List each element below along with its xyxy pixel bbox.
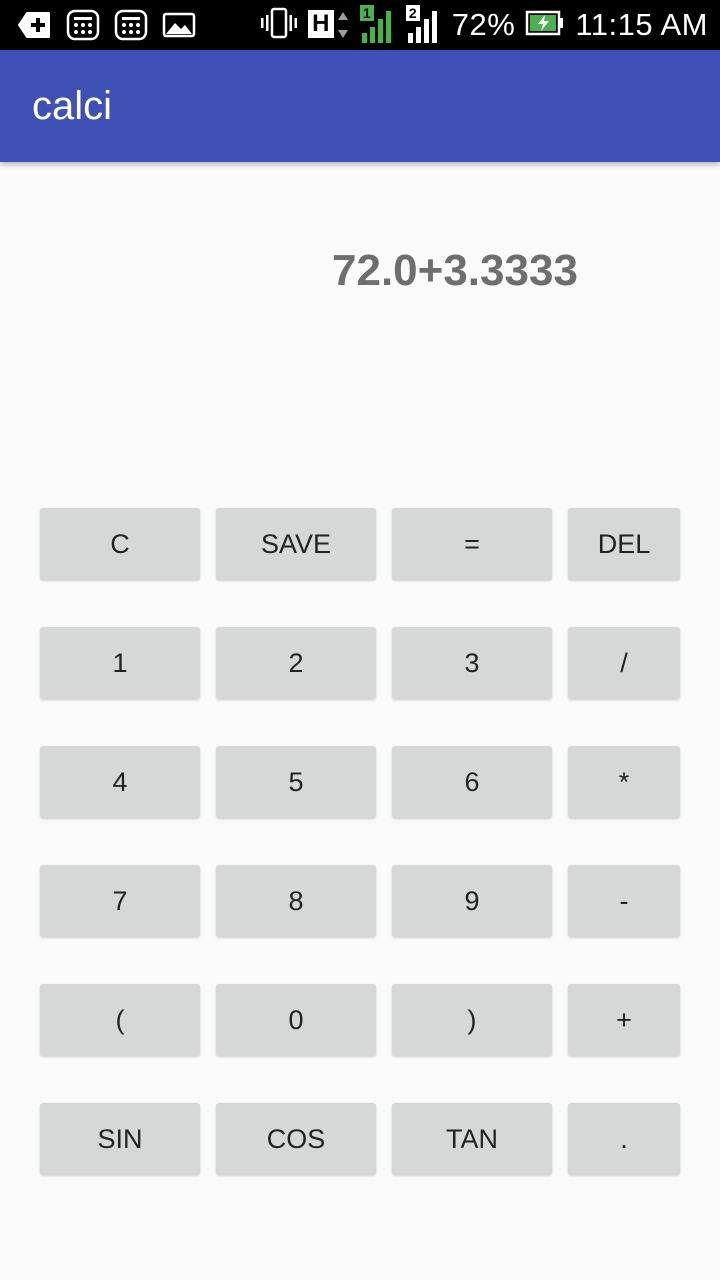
digit-1-button[interactable]: 1 xyxy=(40,627,200,699)
tan-button[interactable]: TAN xyxy=(392,1103,552,1175)
clock: 11:15 AM xyxy=(575,7,708,42)
add-button[interactable]: + xyxy=(568,984,680,1056)
vibrate-icon xyxy=(260,6,298,45)
save-button[interactable]: SAVE xyxy=(216,508,376,580)
calculator-icon xyxy=(114,8,148,42)
equals-button[interactable]: = xyxy=(392,508,552,580)
delete-button[interactable]: DEL xyxy=(568,508,680,580)
expression-display: 72.0+3.3333 xyxy=(332,246,578,295)
network-type-icon: H xyxy=(307,8,350,42)
decimal-point-button[interactable]: . xyxy=(568,1103,680,1175)
digit-6-button[interactable]: 6 xyxy=(392,746,552,818)
battery-charging-icon xyxy=(525,9,565,42)
digit-2-button[interactable]: 2 xyxy=(216,627,376,699)
clear-button[interactable]: C xyxy=(40,508,200,580)
notification-icons xyxy=(18,8,196,42)
subtract-button[interactable]: - xyxy=(568,865,680,937)
multiply-button[interactable]: * xyxy=(568,746,680,818)
system-status: H 1 2 72% 11:15 AM xyxy=(260,0,708,50)
close-paren-button[interactable]: ) xyxy=(392,984,552,1056)
digit-8-button[interactable]: 8 xyxy=(216,865,376,937)
cos-button[interactable]: COS xyxy=(216,1103,376,1175)
calculator-icon xyxy=(66,8,100,42)
battery-percent: 72% xyxy=(451,7,516,42)
digit-0-button[interactable]: 0 xyxy=(216,984,376,1056)
digit-3-button[interactable]: 3 xyxy=(392,627,552,699)
calculator-screen: H 1 2 72% 11:15 AM calci 72.0+3.3333 C S… xyxy=(0,0,720,1280)
sim2-signal-icon: 2 xyxy=(405,5,442,45)
open-paren-button[interactable]: ( xyxy=(40,984,200,1056)
network-type-label: H xyxy=(307,10,334,38)
divide-button[interactable]: / xyxy=(568,627,680,699)
sim1-signal-icon: 1 xyxy=(359,5,396,45)
digit-7-button[interactable]: 7 xyxy=(40,865,200,937)
sin-button[interactable]: SIN xyxy=(40,1103,200,1175)
gallery-icon xyxy=(162,8,196,42)
add-box-icon xyxy=(18,8,52,42)
digit-5-button[interactable]: 5 xyxy=(216,746,376,818)
digit-4-button[interactable]: 4 xyxy=(40,746,200,818)
digit-9-button[interactable]: 9 xyxy=(392,865,552,937)
app-bar: calci xyxy=(0,50,720,162)
app-title: calci xyxy=(32,84,113,128)
status-bar: H 1 2 72% 11:15 AM xyxy=(0,0,720,50)
